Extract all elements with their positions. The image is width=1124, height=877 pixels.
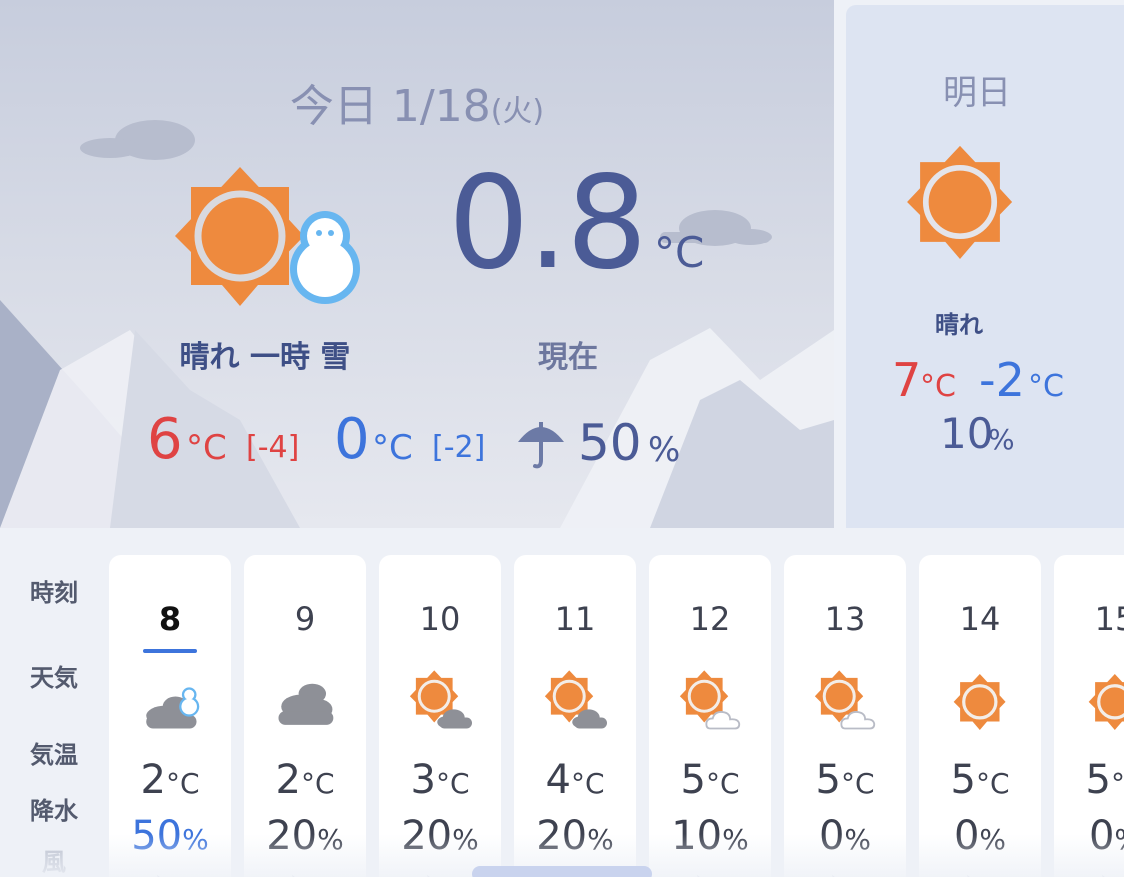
row-label-temp: 気温 [30,741,78,769]
hour-card[interactable]: 103°C20% [379,555,501,877]
tomorrow-weather-label: 晴れ [935,311,983,339]
precip-probability-unit: % [648,430,681,470]
tomorrow-low-temperature: -2 [979,353,1025,407]
hour-card[interactable]: 155°C0% [1054,555,1124,877]
hour-label: 15 [1094,600,1124,638]
hour-label: 10 [419,600,461,638]
sun-icon [907,145,1013,259]
scroll-handle[interactable] [472,866,652,877]
hour-temperature: 5°C [950,757,1010,803]
low-temperature-diff: [-2] [432,430,486,465]
cloud-snow-icon [146,687,200,729]
hour-label: 12 [689,600,731,638]
tomorrow-precip-unit: % [988,423,1015,456]
tomorrow-title: 明日 [943,73,1011,113]
high-temperature-unit: °C [186,428,227,468]
row-label-weather: 天気 [30,664,78,692]
hour-label: 11 [554,600,596,638]
today-weather-icon [175,167,360,306]
tomorrow-high-temperature: 7 [892,353,922,407]
hour-card[interactable]: 114°C20% [514,555,636,877]
current-hour-indicator [143,649,197,653]
hour-temperature: 2°C [275,757,335,803]
hour-card[interactable]: 92°C20% [244,555,366,877]
tomorrow-high-unit: °C [920,369,956,404]
hourly-forecast[interactable]: 時刻 天気 気温 降水 風 82°C50%92°C20%103°C20%114°… [0,528,1124,877]
low-temperature-unit: °C [372,428,413,468]
sun-cloud-icon [409,670,472,729]
hour-label: 13 [824,600,866,638]
tomorrow-panel[interactable]: 明日 晴れ 7 °C -2 °C 10 % [846,5,1124,528]
hour-temperature: 4°C [545,757,605,803]
tomorrow-precip-probability: 10 [940,409,994,458]
sun-icon [953,674,1006,730]
today-panel: 今日 1/18(火) 晴れ 一時 雪 0.8 °C 現在 6 °C [-4] 0… [0,0,834,528]
hour-temperature: 5°C [680,757,740,803]
low-temperature: 0 [334,407,370,472]
hour-temperature: 3°C [410,757,470,803]
today-date: 今日 1/18(火) [0,70,834,134]
hour-card[interactable]: 82°C50% [109,555,231,877]
hour-temperature: 2°C [140,757,200,803]
current-temperature: 0.8 [448,149,648,298]
hour-label: 9 [294,600,316,638]
day-of-week: (火) [490,94,545,129]
hour-card[interactable]: 145°C0% [919,555,1041,877]
weather-label: 晴れ 一時 雪 [179,340,351,375]
date-text: 今日 1/18 [289,81,491,132]
tomorrow-low-unit: °C [1028,369,1064,404]
precip-probability: 50 [578,414,642,472]
hour-temperature: 5°C [1085,757,1124,803]
current-temperature-unit: °C [654,228,705,277]
sun-icon [1088,674,1124,730]
row-label-time: 時刻 [30,579,78,607]
sun-icon [175,167,304,306]
sun-light-cloud-icon [679,670,741,730]
hour-label: 14 [959,600,1001,638]
current-label: 現在 [538,340,598,375]
hour-temperature: 5°C [815,757,875,803]
hour-card[interactable]: 125°C10% [649,555,771,877]
row-label-precip: 降水 [30,797,78,825]
high-temperature-diff: [-4] [246,430,300,465]
umbrella-icon [518,422,564,469]
snowman-icon [290,211,360,304]
sun-cloud-icon [544,670,607,729]
high-temperature: 6 [147,407,183,472]
hour-card[interactable]: 135°C0% [784,555,906,877]
hour-label: 8 [158,600,182,638]
sun-light-cloud-icon [814,670,876,730]
cloud-icon [278,683,334,725]
